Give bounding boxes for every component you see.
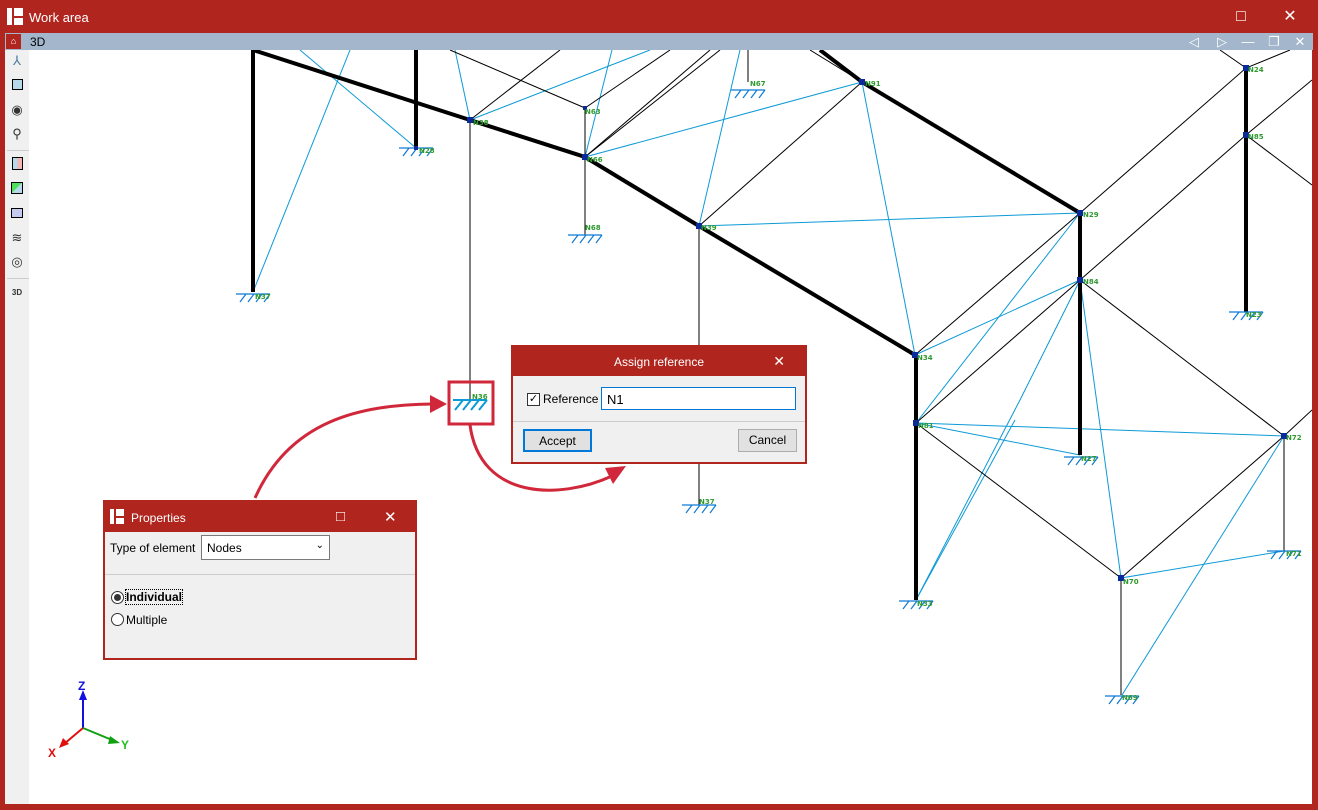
chevron-down-icon: ⌄	[315, 540, 324, 551]
axis-triad: Z Y X	[48, 679, 129, 760]
assign-reference-dialog: Assign reference ✕ ✓ Reference N1 Accept…	[511, 345, 807, 464]
diagonal-plane-icon[interactable]	[8, 181, 26, 199]
node-label: N63	[585, 108, 601, 116]
left-toolbar: ⅄ ◉ ⚲ ≋ ◎ 3D	[5, 50, 29, 804]
cube-view-icon[interactable]	[8, 77, 26, 95]
close-icon[interactable]: ✕	[384, 508, 397, 526]
orbit-icon[interactable]: ◉	[8, 101, 26, 119]
properties-dialog: Properties □ ✕ Type of element Nodes ⌄ I…	[103, 500, 417, 660]
node-label: N36	[472, 393, 488, 401]
view-3d-settings-icon[interactable]: 3D	[8, 284, 26, 302]
close-button[interactable]: ✕	[1275, 6, 1305, 28]
dialog-title: Assign reference	[613, 355, 705, 369]
app-logo-icon	[7, 8, 23, 25]
horizontal-plane-icon[interactable]	[8, 205, 26, 223]
view-header: ⌂ 3D ◁ ▷ — ❐ ✕	[5, 33, 1313, 50]
radio-individual[interactable]	[111, 591, 124, 604]
window-title: Work area	[29, 10, 89, 25]
axis-x-label: X	[48, 746, 56, 760]
node-label: N84	[1083, 278, 1099, 286]
node-label: N71	[1286, 550, 1302, 558]
app-logo-icon	[110, 509, 124, 524]
view-restore-button[interactable]: ❐	[1263, 33, 1285, 50]
node-label: N66	[587, 156, 603, 164]
next-view-button[interactable]: ▷	[1211, 33, 1233, 50]
node-label: N37	[255, 293, 271, 301]
radio-multiple-label[interactable]: Multiple	[126, 613, 167, 627]
highlight-box	[447, 380, 495, 426]
node-label: N67	[750, 80, 766, 88]
axis-y-label: Y	[121, 738, 129, 752]
maximize-button[interactable]: □	[1226, 6, 1256, 28]
node-label: N34	[917, 354, 933, 362]
cancel-button[interactable]: Cancel	[738, 429, 797, 452]
radio-individual-label[interactable]: Individual	[124, 589, 184, 605]
radio-multiple[interactable]	[111, 613, 124, 626]
node-label: N85	[1248, 133, 1264, 141]
close-icon[interactable]: ✕	[773, 353, 785, 370]
dialog-title: Properties	[131, 511, 186, 525]
node-label: N39	[701, 224, 717, 232]
prev-view-button[interactable]: ◁	[1183, 33, 1205, 50]
view-title: 3D	[30, 35, 46, 49]
node-label: N91	[865, 80, 881, 88]
node-label: N72	[1286, 434, 1302, 442]
reference-checkbox[interactable]: ✓	[527, 393, 540, 406]
type-of-element-select[interactable]: Nodes ⌄	[201, 535, 330, 560]
node-label: N68	[585, 224, 601, 232]
axis-z-label: Z	[78, 679, 85, 693]
select-value: Nodes	[207, 541, 242, 555]
node-label: N81	[918, 422, 934, 430]
reference-label: Reference	[543, 392, 599, 406]
node-label: N29	[1083, 211, 1099, 219]
axes-view-icon[interactable]: ⅄	[8, 52, 26, 70]
type-of-element-label: Type of element	[110, 541, 196, 555]
window-titlebar: Work area □ ✕	[0, 0, 1318, 33]
node-label: N69	[1122, 694, 1138, 702]
dialog-titlebar: Properties □ ✕	[105, 502, 415, 532]
node-label: N38	[473, 119, 489, 127]
view-minimize-button[interactable]: —	[1237, 33, 1259, 50]
rotate-axis-icon[interactable]: ⚲	[8, 125, 26, 143]
view-close-button[interactable]: ✕	[1289, 33, 1311, 50]
accept-button[interactable]: Accept	[523, 429, 592, 452]
hide-icon[interactable]: ◎	[8, 253, 26, 271]
node-label: N23	[1246, 311, 1262, 319]
node-label: N33	[917, 600, 933, 608]
maximize-icon[interactable]: □	[336, 508, 345, 525]
layers-icon[interactable]: ≋	[8, 229, 26, 247]
view-3d-icon: ⌂	[6, 34, 21, 49]
node-label: N37	[699, 498, 715, 506]
node-label: N27	[1081, 455, 1097, 463]
node-label: N70	[1123, 578, 1139, 586]
node-label: N24	[1248, 66, 1264, 74]
node-label: N28	[419, 147, 435, 155]
section-plane-icon[interactable]	[8, 157, 26, 175]
reference-input[interactable]: N1	[601, 387, 796, 410]
dialog-titlebar: Assign reference ✕	[513, 347, 805, 376]
